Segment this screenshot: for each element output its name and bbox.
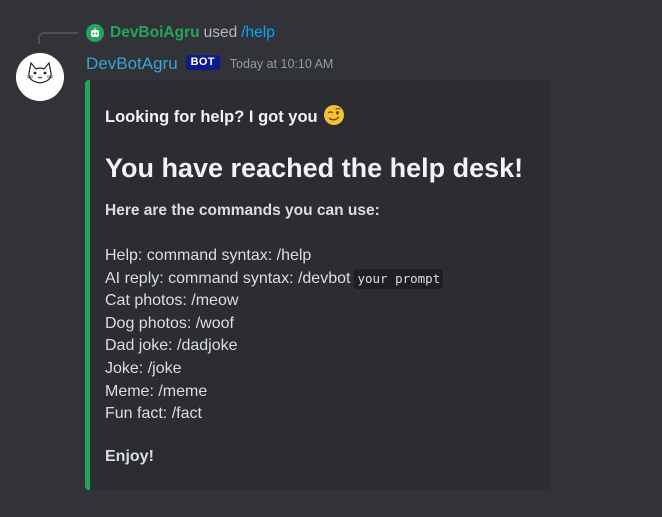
command-label: AI reply: command syntax: /devbot: [105, 269, 351, 287]
bot-tag: BOT: [185, 54, 220, 70]
embed-heading: You have reached the help desk!: [105, 153, 524, 183]
command-row-cat-photos: Cat photos: /meow: [105, 290, 443, 313]
command-label: Dog photos: /woof: [105, 314, 234, 332]
embed-footer: Enjoy!: [105, 448, 154, 465]
help-embed: Looking for help? I got you You have rea…: [85, 80, 550, 490]
inline-code: your prompt: [354, 268, 444, 289]
cat-avatar-icon: [16, 53, 64, 101]
command-row-help: Help: command syntax: /help: [105, 245, 443, 268]
embed-subheading: Here are the commands you can use:: [105, 202, 380, 219]
timestamp[interactable]: Today at 10:10 AM: [230, 57, 334, 71]
reply-reference[interactable]: DevBoiAgru used /help: [86, 22, 275, 44]
bot-icon: [86, 24, 104, 42]
command-row-meme: Meme: /meme: [105, 381, 443, 404]
message-header: DevBotAgru BOT Today at 10:10 AM: [86, 52, 333, 76]
command-row-dad-joke: Dad joke: /dadjoke: [105, 335, 443, 358]
reply-used-text: used: [203, 24, 238, 41]
winking-face-emoji: [323, 104, 345, 131]
command-row-dog-photos: Dog photos: /woof: [105, 313, 443, 336]
command-row-joke: Joke: /joke: [105, 358, 443, 381]
embed-description: Looking for help? I got you: [105, 104, 345, 131]
avatar[interactable]: [16, 53, 64, 101]
command-label: Dad joke: /dadjoke: [105, 337, 238, 355]
reply-command-link[interactable]: /help: [241, 24, 275, 42]
command-label: Joke: /joke: [105, 359, 182, 377]
command-row-fun-fact: Fun fact: /fact: [105, 403, 443, 426]
command-label: Cat photos: /meow: [105, 292, 239, 310]
reply-spine: [38, 32, 78, 44]
command-label: Help: command syntax: /help: [105, 247, 312, 264]
command-row-ai-reply: AI reply: command syntax: /devbot your p…: [105, 268, 444, 291]
command-label: Fun fact: /fact: [105, 405, 202, 423]
command-label: Meme: /meme: [105, 382, 208, 400]
reply-username[interactable]: DevBoiAgru: [110, 24, 200, 42]
command-list: Help: command syntax: /help AI reply: co…: [105, 245, 444, 426]
embed-description-text: Looking for help? I got you: [105, 108, 318, 126]
username[interactable]: DevBotAgru: [86, 54, 178, 74]
